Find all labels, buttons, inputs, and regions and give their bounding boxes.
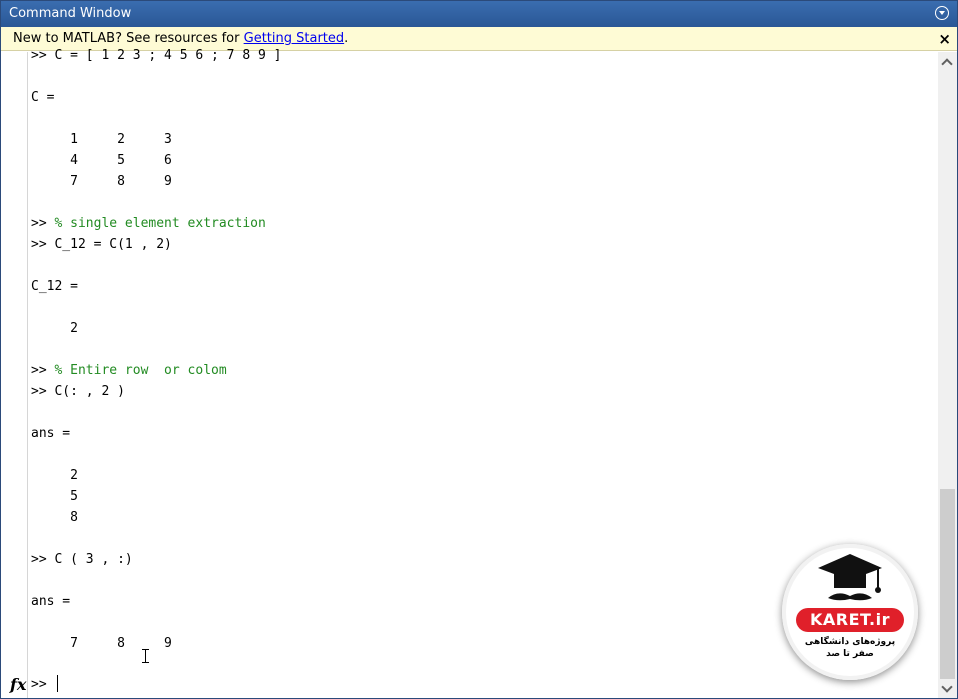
- graduation-cap-icon: [818, 554, 882, 601]
- console-line: 7 8 9: [31, 174, 172, 189]
- command-window: Command Window New to MATLAB? See resour…: [0, 0, 958, 699]
- text-caret: [57, 675, 58, 692]
- console-line: >> % Entire row or colom: [31, 363, 227, 378]
- command-gutter: [1, 52, 28, 698]
- console-line: 8: [31, 510, 78, 525]
- console-line: 2: [31, 468, 78, 483]
- function-browser-icon[interactable]: fx: [10, 675, 26, 694]
- notice-text: New to MATLAB? See resources for: [13, 31, 244, 46]
- scroll-thumb[interactable]: [940, 489, 955, 679]
- scroll-up-arrow-icon[interactable]: [938, 52, 957, 70]
- console-line: ans =: [31, 426, 71, 441]
- karet-logo: KARET.ir پروژه‌های دانشگاهی صفر تا صد: [782, 544, 918, 680]
- scroll-down-arrow-icon[interactable]: [938, 680, 957, 698]
- ibeam-cursor-icon: [141, 649, 150, 663]
- logo-tagline: پروژه‌های دانشگاهی صفر تا صد: [804, 637, 896, 659]
- window-title: Command Window: [9, 6, 132, 21]
- console-line: >> C = [ 1 2 3 ; 4 5 6 ; 7 8 9 ]: [31, 48, 282, 63]
- console-line: 1 2 3: [31, 132, 172, 147]
- command-prompt[interactable]: >>: [31, 674, 54, 695]
- console-line: C_12 =: [31, 279, 78, 294]
- window-titlebar: Command Window: [1, 1, 957, 27]
- console-line: 4 5 6: [31, 153, 172, 168]
- window-menu-icon[interactable]: [935, 6, 949, 20]
- console-line: 2: [31, 321, 78, 336]
- close-icon[interactable]: ×: [938, 27, 951, 51]
- console-line: >> % single element extraction: [31, 216, 266, 231]
- console-line: >> C(: , 2 ): [31, 384, 125, 399]
- console-line: >> C_12 = C(1 , 2): [31, 237, 172, 252]
- logo-brand: KARET.ir: [796, 608, 904, 632]
- vertical-scrollbar[interactable]: [938, 52, 957, 698]
- notice-suffix: .: [344, 31, 349, 46]
- getting-started-link[interactable]: Getting Started: [244, 31, 345, 46]
- console-line: 5: [31, 489, 78, 504]
- console-line: C =: [31, 90, 55, 105]
